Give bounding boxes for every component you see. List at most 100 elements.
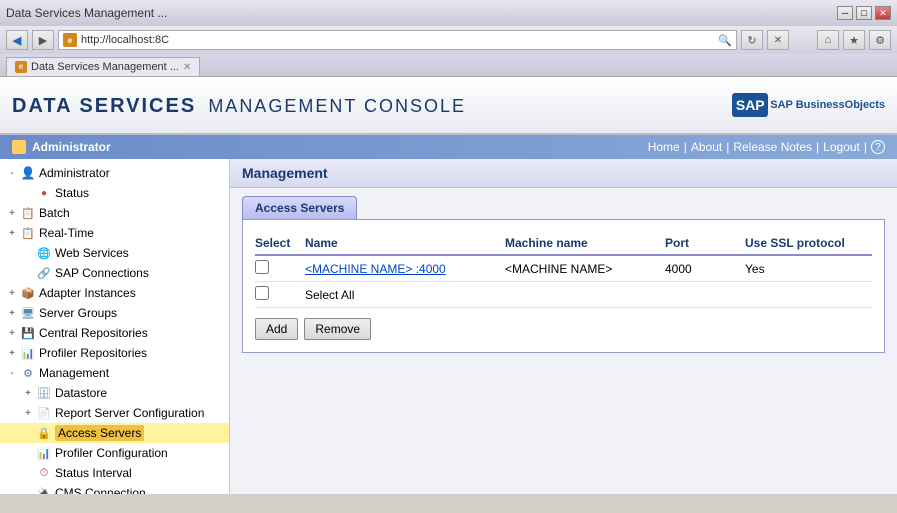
maximize-button[interactable]: □ xyxy=(856,6,872,20)
sidebar-item-access-servers[interactable]: 🔒 Access Servers xyxy=(0,423,229,443)
browser-tab[interactable]: e Data Services Management ... ✕ xyxy=(6,57,200,76)
col-header-port: Port xyxy=(665,236,745,250)
sidebar-item-batch[interactable]: + 📋 Batch xyxy=(0,203,229,223)
address-bar[interactable]: e http://localhost:8C 🔍 xyxy=(58,30,737,50)
user-info: Administrator xyxy=(12,140,111,154)
title-bar-text: Data Services Management ... xyxy=(6,6,167,20)
sap-brand-text: SAP BusinessObjects xyxy=(770,99,885,111)
tree-toggle-server-groups[interactable]: + xyxy=(4,305,20,321)
user-icon xyxy=(12,140,26,154)
nav-about-link[interactable]: About xyxy=(691,140,722,154)
content-section-title: Management xyxy=(230,159,897,188)
sidebar-item-webservices[interactable]: 🌐 Web Services xyxy=(0,243,229,263)
row-name-1: <MACHINE NAME> :4000 xyxy=(305,262,505,276)
tab-close-button[interactable]: ✕ xyxy=(183,62,191,73)
sidebar-item-status[interactable]: ● Status xyxy=(0,183,229,203)
home-button[interactable]: ⌂ xyxy=(817,30,839,50)
forward-button[interactable]: ▶ xyxy=(32,30,54,50)
action-buttons: Add Remove xyxy=(255,318,872,340)
status-icon: ● xyxy=(36,185,52,201)
tree-toggle-profiler-repos[interactable]: + xyxy=(4,345,20,361)
tree-toggle-datastore[interactable]: + xyxy=(20,385,36,401)
tree-toggle-report-server[interactable]: + xyxy=(20,405,36,421)
nav-home-link[interactable]: Home xyxy=(648,140,680,154)
tree-toggle-administrator[interactable]: - xyxy=(4,165,20,181)
sidebar-item-report-server-config[interactable]: + 📄 Report Server Configuration xyxy=(0,403,229,423)
content-body: Select Name Machine name Port Use SSL pr… xyxy=(242,219,885,353)
tree-label-central-repos: Central Repositories xyxy=(39,326,148,340)
stop-button[interactable]: ✕ xyxy=(767,30,789,50)
content-panel: Management Access Servers Select Name Ma… xyxy=(230,159,897,494)
sidebar-item-adapter-instances[interactable]: + 📦 Adapter Instances xyxy=(0,283,229,303)
realtime-icon: 📋 xyxy=(20,225,36,241)
select-all-label[interactable]: Select All xyxy=(305,288,505,302)
refresh-button[interactable]: ↻ xyxy=(741,30,763,50)
report-server-icon: 📄 xyxy=(36,405,52,421)
app-title: DATA SERVICES MANAGEMENT CONSOLE xyxy=(12,92,466,118)
tools-button[interactable]: ⚙ xyxy=(869,30,891,50)
management-icon: ⚙ xyxy=(20,365,36,381)
user-label: Administrator xyxy=(32,140,111,154)
minimize-button[interactable]: ─ xyxy=(837,6,853,20)
add-button[interactable]: Add xyxy=(255,318,298,340)
favorites-button[interactable]: ★ xyxy=(843,30,865,50)
navigation-bar: ◀ ▶ e http://localhost:8C 🔍 ↻ ✕ ⌂ ★ ⚙ xyxy=(0,26,897,54)
help-icon[interactable]: ? xyxy=(871,140,885,154)
tree-label-administrator: Administrator xyxy=(39,166,110,180)
machine-name-link[interactable]: <MACHINE NAME> :4000 xyxy=(305,262,446,276)
sidebar-item-central-repos[interactable]: + 💾 Central Repositories xyxy=(0,323,229,343)
tree-toggle-sap xyxy=(20,265,36,281)
sidebar-item-status-interval[interactable]: ⏱ Status Interval xyxy=(0,463,229,483)
tree-toggle-central-repos[interactable]: + xyxy=(4,325,20,341)
nav-release-notes-link[interactable]: Release Notes xyxy=(733,140,812,154)
sidebar-item-cms-connection[interactable]: 🔌 CMS Connection xyxy=(0,483,229,494)
sidebar: - 👤 Administrator ● Status + 📋 Batch + 📋… xyxy=(0,159,230,494)
tree-toggle-status-interval xyxy=(20,465,36,481)
address-icon: e xyxy=(63,33,77,47)
select-all-row: Select All xyxy=(255,282,872,308)
checkbox-row-1[interactable] xyxy=(255,260,269,274)
webservices-icon: 🌐 xyxy=(36,245,52,261)
cms-connection-icon: 🔌 xyxy=(36,485,52,494)
tree-toggle-webservices xyxy=(20,245,36,261)
app-container: DATA SERVICES MANAGEMENT CONSOLE SAP SAP… xyxy=(0,77,897,494)
sidebar-item-datastore[interactable]: + 🗄 Datastore xyxy=(0,383,229,403)
row-checkbox-1[interactable] xyxy=(255,260,305,277)
tab-container: Access Servers xyxy=(230,188,897,219)
tree-toggle-realtime[interactable]: + xyxy=(4,225,20,241)
select-all-checkbox-container[interactable] xyxy=(255,286,305,303)
select-all-checkbox[interactable] xyxy=(255,286,269,300)
remove-button[interactable]: Remove xyxy=(304,318,371,340)
sidebar-item-server-groups[interactable]: + 🖥 Server Groups xyxy=(0,303,229,323)
profiler-config-icon: 📊 xyxy=(36,445,52,461)
sidebar-item-sap-connections[interactable]: 🔗 SAP Connections xyxy=(0,263,229,283)
sap-logo: SAP SAP BusinessObjects xyxy=(732,93,885,117)
sidebar-item-profiler-repos[interactable]: + 📊 Profiler Repositories xyxy=(0,343,229,363)
sidebar-item-management[interactable]: - ⚙ Management xyxy=(0,363,229,383)
user-bar: Administrator Home | About | Release Not… xyxy=(0,135,897,159)
tab-access-servers[interactable]: Access Servers xyxy=(242,196,357,219)
tree-toggle-batch[interactable]: + xyxy=(4,205,20,221)
tree-label-management: Management xyxy=(39,366,109,380)
tree-label-profiler-config: Profiler Configuration xyxy=(55,446,168,460)
sidebar-item-profiler-config[interactable]: 📊 Profiler Configuration xyxy=(0,443,229,463)
row-ssl-1: Yes xyxy=(745,262,865,276)
tree-label-cms-connection: CMS Connection xyxy=(55,486,146,494)
col-header-select: Select xyxy=(255,236,305,250)
tree-toggle-management[interactable]: - xyxy=(4,365,20,381)
status-interval-icon: ⏱ xyxy=(36,465,52,481)
tree-toggle-status xyxy=(20,185,36,201)
main-area: - 👤 Administrator ● Status + 📋 Batch + 📋… xyxy=(0,159,897,494)
sidebar-item-realtime[interactable]: + 📋 Real-Time xyxy=(0,223,229,243)
tab-favicon: e xyxy=(15,61,27,73)
table-header: Select Name Machine name Port Use SSL pr… xyxy=(255,232,872,256)
server-groups-icon: 🖥 xyxy=(20,305,36,321)
datastore-icon: 🗄 xyxy=(36,385,52,401)
back-button[interactable]: ◀ xyxy=(6,30,28,50)
close-button[interactable]: ✕ xyxy=(875,6,891,20)
tree-item-administrator[interactable]: - 👤 Administrator xyxy=(0,163,229,183)
nav-logout-link[interactable]: Logout xyxy=(823,140,860,154)
tree-toggle-adapter[interactable]: + xyxy=(4,285,20,301)
address-text: http://localhost:8C xyxy=(81,34,169,46)
app-title-text: DATA SERVICES MANAGEMENT CONSOLE xyxy=(12,92,466,117)
